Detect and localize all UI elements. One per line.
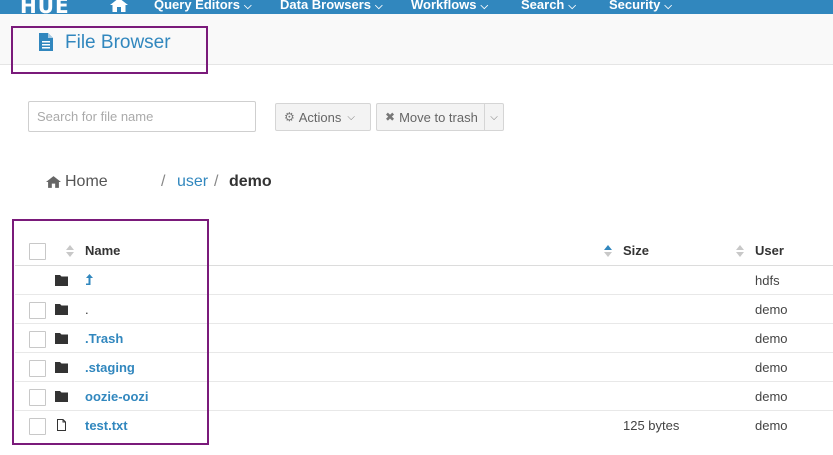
chevron-down-icon: ⌵ bbox=[568, 1, 576, 12]
highlight-box-names bbox=[12, 219, 209, 445]
owner-cell: demo bbox=[755, 418, 788, 433]
chevron-down-icon: ⌵ bbox=[347, 111, 355, 123]
search-input[interactable] bbox=[28, 101, 256, 132]
actions-button[interactable]: ⚙ Actions ⌵ bbox=[275, 103, 371, 131]
owner-cell: demo bbox=[755, 360, 788, 375]
owner-cell: demo bbox=[755, 389, 788, 404]
top-navbar: HUE Query Editors ⌵ Data Browsers ⌵ Workfl… bbox=[0, 0, 833, 18]
chevron-down-icon: ⌵ bbox=[243, 1, 252, 12]
sort-icon[interactable] bbox=[604, 245, 612, 257]
column-header-size[interactable]: Size bbox=[623, 243, 649, 258]
highlight-box-title bbox=[11, 26, 208, 74]
owner-cell: demo bbox=[755, 331, 788, 346]
owner-cell: hdfs bbox=[755, 273, 780, 288]
gear-icon: ⚙ bbox=[284, 110, 295, 124]
sort-icon[interactable] bbox=[736, 245, 744, 257]
trash-options-dropdown[interactable]: ⌵ bbox=[484, 103, 504, 131]
chevron-down-icon: ⌵ bbox=[375, 1, 383, 12]
nav-query-editors[interactable]: Query Editors ⌵ bbox=[154, 0, 252, 12]
breadcrumb-user[interactable]: user bbox=[177, 173, 208, 191]
owner-cell: demo bbox=[755, 302, 788, 317]
breadcrumb-current: demo bbox=[229, 173, 272, 190]
breadcrumb-home[interactable]: Home bbox=[46, 173, 108, 191]
nav-workflows[interactable]: Workflows ⌵ bbox=[411, 0, 488, 12]
column-header-user[interactable]: User bbox=[755, 243, 784, 258]
nav-data-browsers[interactable]: Data Browsers ⌵ bbox=[280, 0, 383, 12]
chevron-down-icon: ⌵ bbox=[664, 1, 672, 12]
nav-search[interactable]: Search ⌵ bbox=[521, 0, 576, 12]
breadcrumb-separator: / bbox=[214, 173, 219, 190]
breadcrumb-separator: / bbox=[161, 173, 166, 190]
chevron-down-icon: ⌵ bbox=[480, 1, 489, 12]
nav-security[interactable]: Security ⌵ bbox=[609, 0, 672, 12]
close-icon: ✖ bbox=[385, 110, 396, 124]
move-to-trash-button[interactable]: ✖ Move to trash bbox=[376, 103, 484, 131]
home-icon[interactable] bbox=[110, 0, 128, 12]
home-icon bbox=[46, 176, 61, 188]
chevron-down-icon: ⌵ bbox=[490, 111, 498, 123]
size-cell: 125 bytes bbox=[623, 418, 680, 433]
